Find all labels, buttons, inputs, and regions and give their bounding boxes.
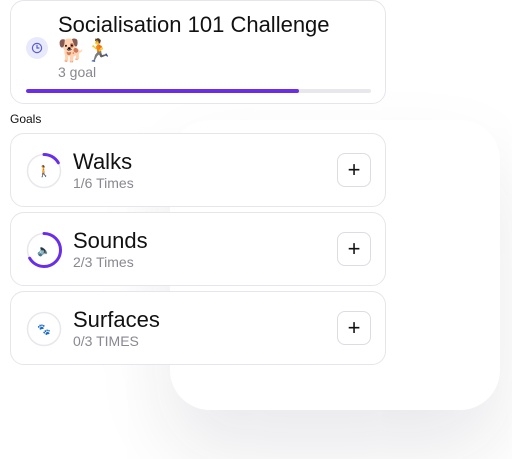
goal-count: 1/6 Times xyxy=(73,175,134,191)
challenge-goal-count: 3 goal xyxy=(58,64,97,80)
challenge-title: Socialisation 101 Challenge 🐕🏃 xyxy=(58,12,330,63)
challenge-progress-bar xyxy=(26,89,371,93)
goal-count: 0/3 TIMES xyxy=(73,333,139,349)
paw-prints-icon: 🐾 xyxy=(37,323,51,336)
goal-progress-ring: 🔈 xyxy=(26,232,62,268)
add-walk-button[interactable]: + xyxy=(337,153,371,187)
person-walking-icon: 🚶 xyxy=(37,165,51,178)
goal-name: Surfaces xyxy=(73,307,160,332)
goal-name: Walks xyxy=(73,149,133,174)
clock-icon xyxy=(26,37,48,59)
challenge-card[interactable]: Socialisation 101 Challenge 🐕🏃 3 goal xyxy=(10,0,386,104)
goal-card-sounds[interactable]: 🔈 Sounds 2/3 Times + xyxy=(10,212,386,286)
goal-card-surfaces[interactable]: 🐾 Surfaces 0/3 TIMES + xyxy=(10,291,386,365)
add-surface-button[interactable]: + xyxy=(337,311,371,345)
goal-progress-ring: 🚶 xyxy=(26,153,62,189)
goals-section-label: Goals xyxy=(10,112,42,126)
add-sound-button[interactable]: + xyxy=(337,232,371,266)
challenge-progress-fill xyxy=(26,89,299,93)
goal-name: Sounds xyxy=(73,228,148,253)
speaker-icon: 🔈 xyxy=(37,244,51,257)
goal-card-walks[interactable]: 🚶 Walks 1/6 Times + xyxy=(10,133,386,207)
goal-count: 2/3 Times xyxy=(73,254,134,270)
goal-progress-ring: 🐾 xyxy=(26,311,62,347)
